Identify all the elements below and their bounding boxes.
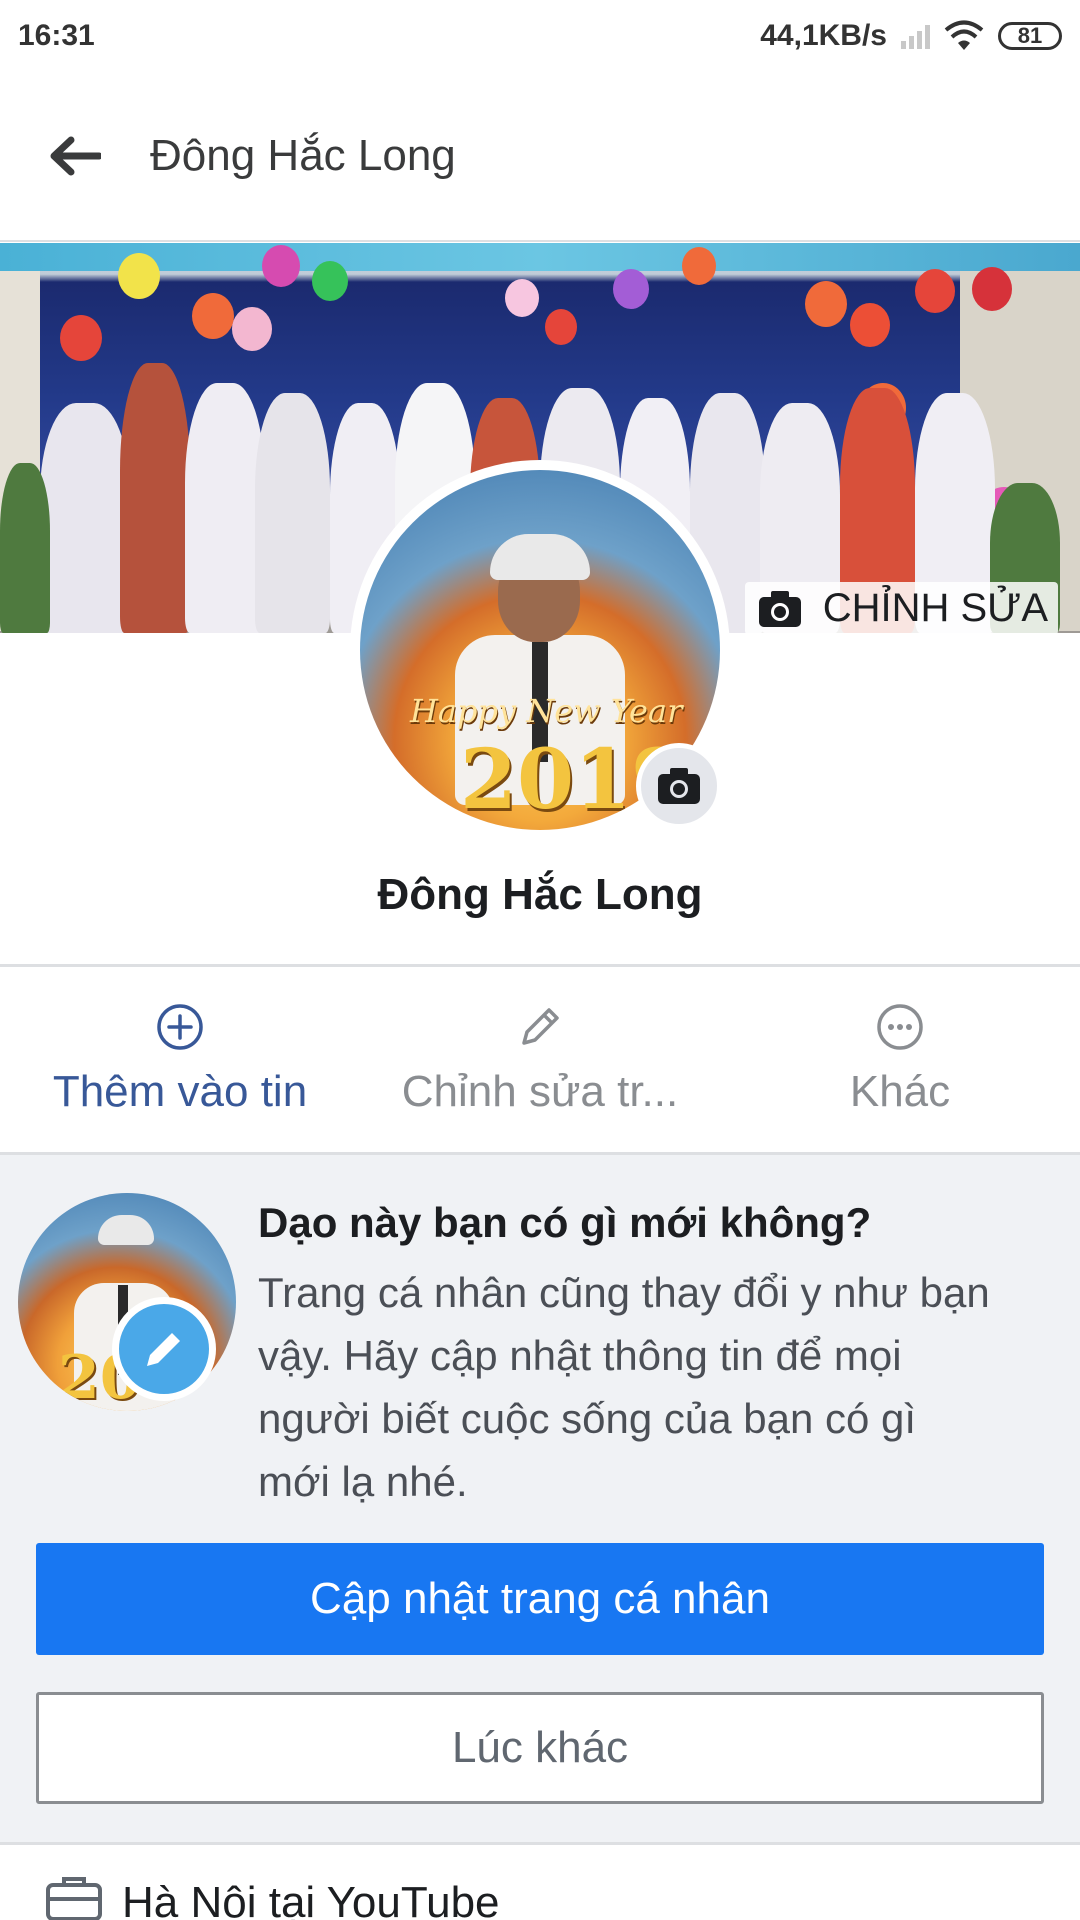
briefcase-icon <box>46 1876 102 1920</box>
edit-profile-button[interactable]: Chỉnh sửa tr... <box>360 967 720 1152</box>
back-button[interactable] <box>0 71 150 241</box>
pencil-icon <box>147 1333 180 1366</box>
cover-edit-button[interactable]: CHỈNH SỬA <box>744 582 1058 635</box>
battery-icon: 81 <box>998 22 1062 50</box>
add-to-story-label: Thêm vào tin <box>52 1066 308 1116</box>
more-icon <box>877 1003 923 1050</box>
page-title: Đông Hắc Long <box>150 131 456 180</box>
avatar-artwork-text: Happy New Year <box>410 692 683 730</box>
plus-circle-icon <box>157 1003 203 1050</box>
profile-name: Đông Hắc Long <box>377 870 703 919</box>
camera-icon <box>758 590 801 627</box>
status-time: 16:31 <box>18 19 95 52</box>
update-profile-card: 20 Dạo này bạn có gì mới không? Trang cá… <box>0 1152 1080 1842</box>
work-info-row[interactable]: Hà Nội tại YouTube <box>0 1842 1080 1920</box>
work-text: Hà Nội tại YouTube <box>122 1877 500 1920</box>
profile-actions: Thêm vào tin Chỉnh sửa tr... Khác <box>0 967 1080 1152</box>
status-bar: 16:31 44,1KB/s 81 <box>0 0 1080 72</box>
app-bar: Đông Hắc Long <box>0 72 1080 242</box>
update-profile-button[interactable]: Cập nhật trang cá nhân <box>36 1543 1044 1655</box>
edit-profile-label: Chỉnh sửa tr... <box>401 1066 679 1116</box>
card-title: Dạo này bạn có gì mới không? <box>258 1199 872 1246</box>
battery-level: 81 <box>1017 23 1043 48</box>
later-button[interactable]: Lúc khác <box>36 1692 1044 1804</box>
more-button[interactable]: Khác <box>720 967 1080 1152</box>
add-to-story-button[interactable]: Thêm vào tin <box>0 967 360 1152</box>
wifi-icon <box>944 20 984 50</box>
card-body: Trang cá nhân cũng thay đổi y như bạn vậ… <box>258 1269 990 1505</box>
signal-icon <box>901 23 930 49</box>
more-label: Khác <box>849 1066 951 1116</box>
camera-icon <box>658 768 700 804</box>
status-indicators: 44,1KB/s 81 <box>760 19 1062 53</box>
edit-badge[interactable] <box>112 1297 216 1401</box>
back-arrow-icon <box>50 136 101 176</box>
pencil-icon <box>522 1007 559 1045</box>
avatar-camera-button[interactable] <box>636 743 722 829</box>
cover-banner <box>0 243 1080 271</box>
cover-edit-label: CHỈNH SỬA <box>822 586 1048 630</box>
network-speed: 44,1KB/s <box>760 19 887 52</box>
